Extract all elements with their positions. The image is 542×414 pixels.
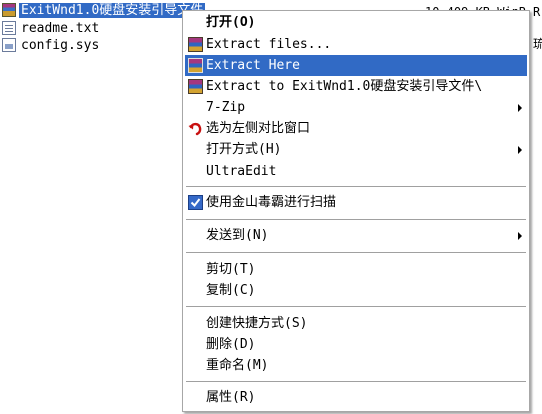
menu-item-cut[interactable]: 剪切(T) bbox=[185, 259, 527, 280]
file-row-exitwnd[interactable]: ExitWnd1.0硬盘安装引导文件 bbox=[2, 2, 206, 18]
menu-item-label: 创建快捷方式(S) bbox=[206, 316, 308, 331]
winrar-icon bbox=[188, 79, 203, 94]
file-row-config[interactable]: config.sys bbox=[2, 37, 101, 53]
winrar-icon bbox=[188, 37, 203, 52]
menu-item-extract-here[interactable]: Extract Here bbox=[185, 55, 527, 76]
file-name: readme.txt bbox=[21, 20, 100, 36]
menu-item-open[interactable]: 打开(O) bbox=[185, 12, 527, 33]
menu-item-extract-files[interactable]: Extract files... bbox=[185, 34, 527, 55]
menu-item-label: 剪切(T) bbox=[206, 262, 256, 277]
menu-item-label: 发送到(N) bbox=[206, 228, 269, 243]
menu-item-label: 选为左侧对比窗口 bbox=[206, 121, 311, 136]
menu-item-label: Extract to ExitWnd1.0硬盘安装引导文件\ bbox=[206, 79, 483, 94]
undo-arrow-icon bbox=[188, 121, 203, 136]
menu-item-extract-to[interactable]: Extract to ExitWnd1.0硬盘安装引导文件\ bbox=[185, 76, 527, 97]
menu-item-send-to[interactable]: 发送到(N) bbox=[185, 225, 527, 246]
menu-item-kingsoft-scan[interactable]: 使用金山毒霸进行扫描 bbox=[185, 192, 527, 213]
context-menu: 打开(O) Extract files... Extract Here Extr… bbox=[182, 10, 530, 412]
file-row-readme[interactable]: readme.txt bbox=[2, 20, 101, 36]
right-edge-text: R 琉 bbox=[533, 5, 542, 51]
submenu-arrow-icon bbox=[518, 146, 522, 154]
menu-item-delete[interactable]: 删除(D) bbox=[185, 334, 527, 355]
menu-item-create-shortcut[interactable]: 创建快捷方式(S) bbox=[185, 313, 527, 334]
menu-item-label: Extract Here bbox=[206, 58, 300, 73]
menu-item-label: 重命名(M) bbox=[206, 358, 269, 373]
winrar-archive-icon bbox=[2, 3, 16, 17]
menu-separator bbox=[186, 219, 526, 221]
winrar-icon bbox=[188, 58, 203, 73]
menu-item-copy[interactable]: 复制(C) bbox=[185, 280, 527, 301]
menu-item-label: 7-Zip bbox=[206, 100, 246, 115]
menu-item-properties[interactable]: 属性(R) bbox=[185, 387, 527, 408]
menu-item-label: 属性(R) bbox=[206, 390, 256, 405]
menu-item-label: 打开方式(H) bbox=[206, 142, 282, 157]
menu-item-label: UltraEdit bbox=[206, 164, 277, 179]
menu-item-open-with[interactable]: 打开方式(H) bbox=[185, 139, 527, 160]
menu-item-7zip[interactable]: 7-Zip bbox=[185, 97, 527, 118]
system-file-icon bbox=[2, 38, 16, 52]
menu-item-label: 复制(C) bbox=[206, 283, 256, 298]
menu-item-label: 打开(O) bbox=[206, 15, 256, 30]
menu-separator bbox=[186, 306, 526, 308]
menu-separator bbox=[186, 186, 526, 188]
menu-item-select-left-compare[interactable]: 选为左侧对比窗口 bbox=[185, 118, 527, 139]
menu-separator bbox=[186, 252, 526, 254]
menu-item-label: 使用金山毒霸进行扫描 bbox=[206, 195, 337, 210]
kingsoft-antivirus-icon bbox=[188, 195, 203, 210]
file-name: ExitWnd1.0硬盘安装引导文件 bbox=[19, 2, 206, 18]
menu-item-rename[interactable]: 重命名(M) bbox=[185, 355, 527, 376]
menu-item-label: Extract files... bbox=[206, 37, 332, 52]
submenu-arrow-icon bbox=[518, 232, 522, 240]
file-name: config.sys bbox=[21, 37, 100, 53]
text-file-icon bbox=[2, 21, 16, 35]
menu-separator bbox=[186, 381, 526, 383]
submenu-arrow-icon bbox=[518, 104, 522, 112]
menu-item-ultraedit[interactable]: UltraEdit bbox=[185, 161, 527, 182]
menu-item-label: 删除(D) bbox=[206, 337, 256, 352]
